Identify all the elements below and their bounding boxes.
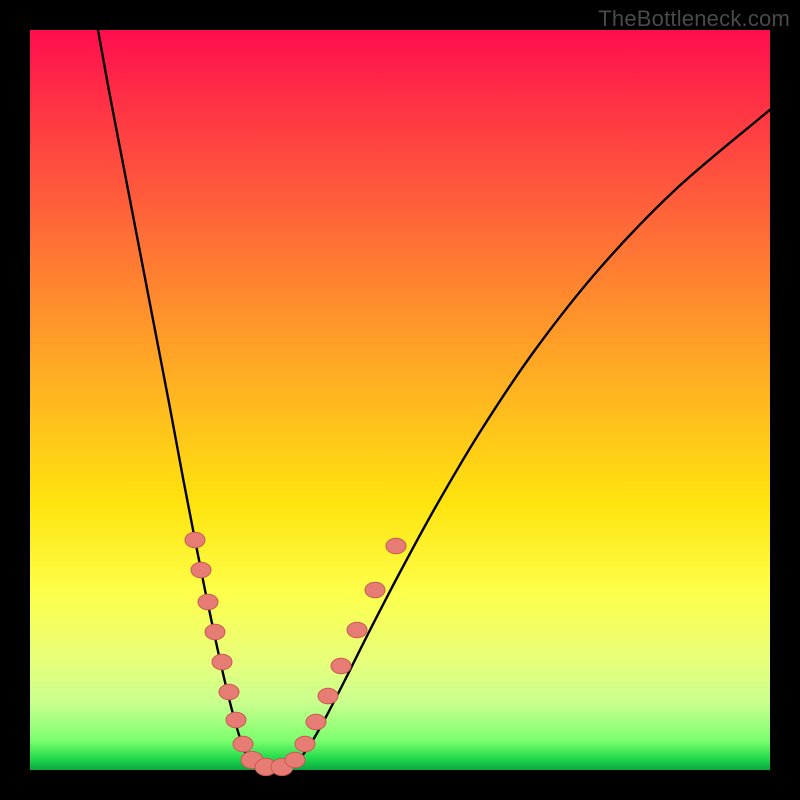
bead-marker (347, 622, 367, 638)
bead-marker (191, 562, 211, 578)
bead-marker (212, 654, 232, 670)
bead-marker (386, 538, 406, 554)
bead-marker (226, 712, 246, 728)
bead-marker (233, 736, 253, 752)
bead-marker (306, 714, 326, 730)
bead-marker (331, 658, 351, 674)
bottleneck-curve (98, 30, 770, 769)
bead-marker (198, 594, 218, 610)
bead-marker (205, 624, 225, 640)
outer-frame: TheBottleneck.com (0, 0, 800, 800)
bead-marker (219, 684, 239, 700)
bead-marker (365, 582, 385, 598)
bead-marker (295, 736, 315, 752)
bead-marker (285, 752, 305, 768)
chart-svg (30, 30, 770, 770)
bead-marker (318, 688, 338, 704)
bead-marker (185, 532, 205, 548)
plot-area (30, 30, 770, 770)
watermark-text: TheBottleneck.com (598, 6, 790, 32)
